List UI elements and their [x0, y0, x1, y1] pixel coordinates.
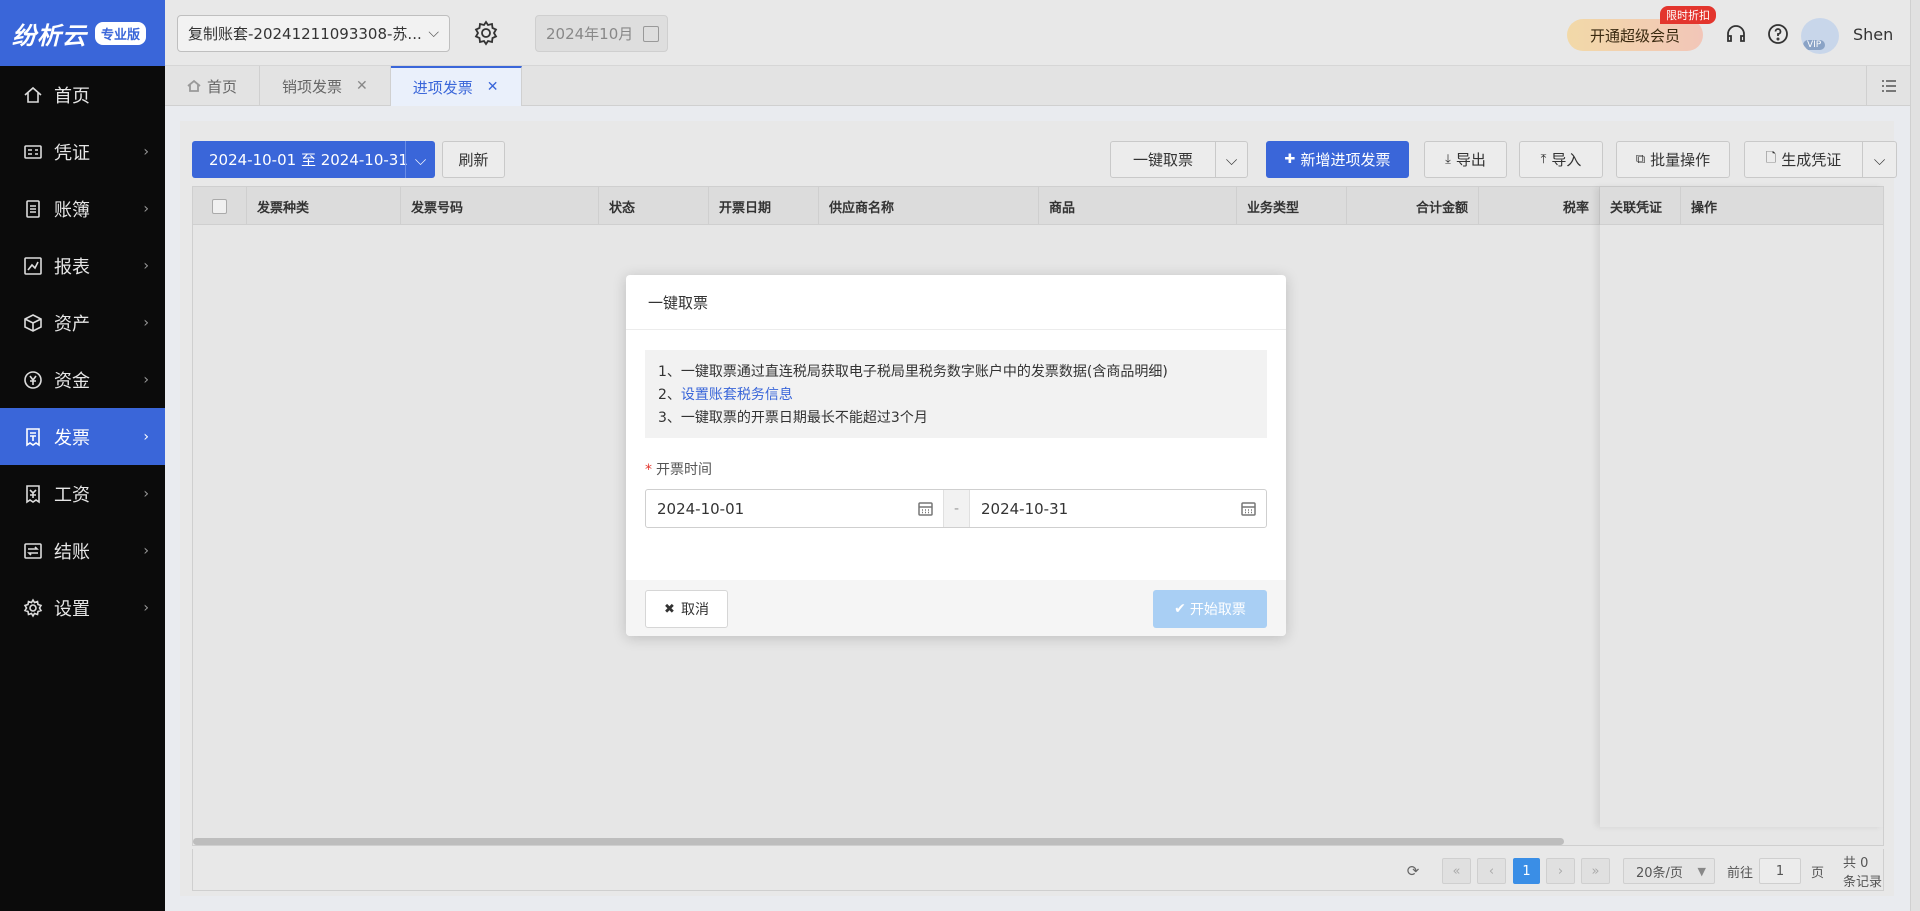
notice-line-2-prefix: 2、: [658, 387, 681, 403]
calendar-icon: [918, 501, 933, 516]
check-icon: ✔: [1174, 601, 1186, 617]
invoice-date-label: * 开票时间: [645, 459, 712, 479]
fetch-invoice-dialog: 一键取票 1、一键取票通过直连税局获取电子税局里税务数字账户中的发票数据(含商品…: [626, 275, 1286, 636]
invoice-date-label-text: 开票时间: [656, 462, 712, 478]
start-fetch-label: 开始取票: [1189, 602, 1246, 618]
tax-info-link[interactable]: 设置账套税务信息: [681, 387, 793, 403]
end-date-input[interactable]: 2024-10-31: [970, 490, 1266, 527]
start-date-value: 2024-10-01: [657, 499, 745, 518]
close-icon: ✖: [664, 601, 675, 617]
invoice-date-range: 2024-10-01 - 2024-10-31: [645, 489, 1267, 528]
notice-line-3: 3、一键取票的开票日期最长不能超过3个月: [658, 410, 928, 426]
dialog-notice: 1、一键取票通过直连税局获取电子税局里税务数字账户中的发票数据(含商品明细) 2…: [645, 350, 1267, 438]
start-date-input[interactable]: 2024-10-01: [646, 490, 943, 527]
end-date-value: 2024-10-31: [981, 499, 1069, 518]
start-fetch-button[interactable]: ✔ 开始取票: [1153, 590, 1267, 628]
dialog-title: 一键取票: [626, 275, 1286, 330]
range-separator: -: [943, 490, 970, 527]
notice-line-1: 1、一键取票通过直连税局获取电子税局里税务数字账户中的发票数据(含商品明细): [658, 364, 1168, 380]
notice-line-2: 2、设置账套税务信息: [658, 384, 1254, 407]
page-scrollbar[interactable]: [1910, 0, 1920, 911]
dialog-footer: ✖ 取消 ✔ 开始取票: [626, 580, 1286, 636]
cancel-label: 取消: [680, 602, 709, 618]
required-mark: *: [645, 462, 652, 478]
cancel-button[interactable]: ✖ 取消: [645, 590, 728, 628]
calendar-icon: [1241, 501, 1256, 516]
